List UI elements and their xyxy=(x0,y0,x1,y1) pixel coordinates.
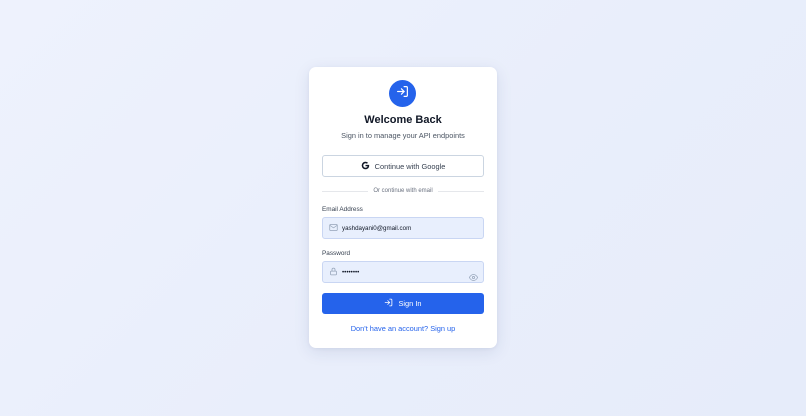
divider-line-left xyxy=(322,190,369,192)
mail-icon xyxy=(329,219,338,237)
sign-in-icon xyxy=(396,85,409,103)
password-label: Password xyxy=(322,250,351,257)
google-g-icon xyxy=(361,161,370,172)
sign-in-icon xyxy=(384,298,393,309)
email-label: Email Address xyxy=(322,206,363,213)
sign-in-button[interactable]: Sign In xyxy=(322,293,484,314)
google-signin-button[interactable]: Continue with Google xyxy=(322,155,484,177)
signup-link[interactable]: Don't have an account? Sign up xyxy=(309,324,497,333)
login-card: Welcome Back Sign in to manage your API … xyxy=(309,67,497,348)
or-divider: Or continue with email xyxy=(322,187,485,195)
page-title: Welcome Back xyxy=(364,114,442,126)
divider-text: Or continue with email xyxy=(373,188,433,194)
lock-icon xyxy=(329,263,338,281)
eye-icon[interactable] xyxy=(469,269,478,287)
password-field[interactable]: •••••••• xyxy=(322,261,484,283)
page-subtitle: Sign in to manage your API endpoints xyxy=(341,131,465,140)
email-input[interactable] xyxy=(342,224,483,232)
email-field[interactable] xyxy=(322,217,484,239)
divider-line-right xyxy=(437,190,485,192)
password-input[interactable]: •••••••• xyxy=(342,269,483,276)
google-signin-label: Continue with Google xyxy=(374,161,446,171)
sign-in-label: Sign In xyxy=(398,299,422,308)
logo-badge xyxy=(389,80,416,107)
